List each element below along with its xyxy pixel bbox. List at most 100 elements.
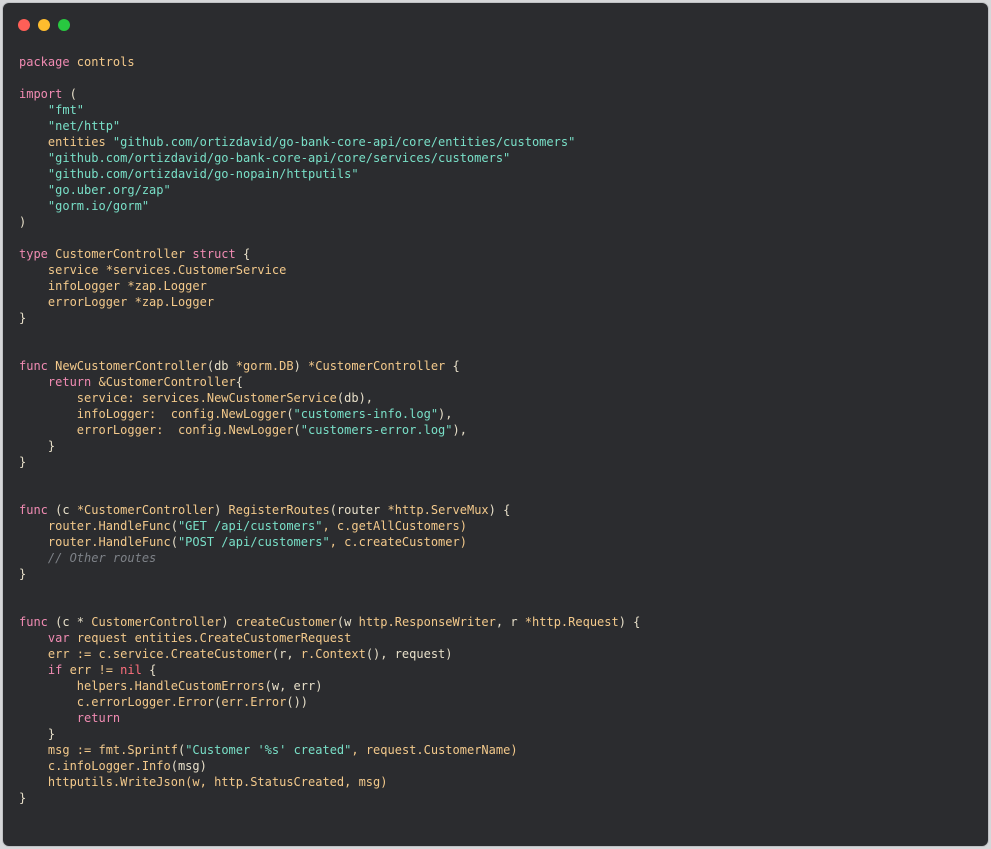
code-line: c.infoLogger.Info(msg) (19, 758, 978, 774)
code-token: { (141, 663, 157, 677)
code-token: } (19, 439, 56, 453)
code-token: } (19, 567, 27, 581)
code-token: NewCustomerController (47, 359, 207, 373)
code-token: "customers-info.log" (293, 407, 439, 421)
code-token: if (47, 663, 63, 677)
code-token: , request.CustomerName) (351, 743, 518, 757)
code-line: if err != nil { (19, 662, 978, 678)
code-token: "gorm.io/gorm" (47, 199, 150, 213)
code-token: struct (192, 247, 236, 261)
code-token: func (19, 359, 48, 373)
code-line: infoLogger: config.NewLogger("customers-… (19, 406, 978, 422)
code-token: (router (329, 503, 388, 517)
code-token: service: (19, 391, 142, 405)
code-token: ), (452, 423, 467, 437)
code-token: import (19, 87, 63, 101)
code-line: func (c * CustomerController) createCust… (19, 614, 978, 630)
code-token: (msg) (170, 759, 207, 773)
code-token: c.errorLogger.Error (19, 695, 215, 709)
code-token: config.NewLogger (177, 423, 294, 437)
code-token: (), request) (365, 647, 453, 661)
code-line: import ( (19, 86, 978, 102)
code-token: var (47, 631, 70, 645)
code-token: , c.createCustomer) (329, 535, 467, 549)
code-token: c.infoLogger.Info (19, 759, 171, 773)
code-token: ( (293, 423, 301, 437)
zoom-button[interactable] (58, 19, 70, 31)
code-token: r.Context (300, 647, 366, 661)
code-line: c.errorLogger.Error(err.Error()) (19, 694, 978, 710)
code-token: nil (120, 663, 142, 677)
code-token: router.HandleFunc (19, 535, 171, 549)
code-token: router.HandleFunc (19, 519, 171, 533)
code-token: "go.uber.org/zap" (47, 183, 171, 197)
code-line: "go.uber.org/zap" (19, 182, 978, 198)
code-token: func (19, 503, 48, 517)
minimize-button[interactable] (38, 19, 50, 31)
code-line: service *services.CustomerService (19, 262, 978, 278)
code-token: (w (336, 615, 359, 629)
code-token: *http.Request (524, 615, 619, 629)
code-token: *zap.Logger (127, 279, 207, 293)
code-token: *zap.Logger (134, 295, 215, 309)
code-line: infoLogger *zap.Logger (19, 278, 978, 294)
code-token: ) (214, 503, 229, 517)
code-token: c.service.CreateCustomer (98, 647, 272, 661)
code-token: // Other routes (19, 551, 157, 565)
code-token: (r, (271, 647, 301, 661)
code-token: createCustomer (235, 615, 337, 629)
code-token: "github.com/ortizdavid/go-bank-core-api/… (112, 135, 576, 149)
code-token: *CustomerController (76, 503, 215, 517)
code-token: "GET /api/customers" (177, 519, 323, 533)
code-line: package controls (19, 54, 978, 70)
code-token: "customers-error.log" (300, 423, 453, 437)
code-line: } (19, 790, 978, 806)
close-button[interactable] (18, 19, 30, 31)
code-token: { (235, 375, 243, 389)
code-token: ) (221, 615, 236, 629)
code-line: router.HandleFunc("POST /api/customers",… (19, 534, 978, 550)
code-line: errorLogger: config.NewLogger("customers… (19, 422, 978, 438)
code-line: "github.com/ortizdavid/go-bank-core-api/… (19, 150, 978, 166)
code-token: ( (170, 535, 178, 549)
code-token: request (69, 631, 135, 645)
code-token: ( (286, 407, 294, 421)
code-token: err.Error (221, 695, 287, 709)
code-line: helpers.HandleCustomErrors(w, err) (19, 678, 978, 694)
code-token: msg := (19, 743, 99, 757)
code-token: ) (19, 215, 27, 229)
code-line: router.HandleFunc("GET /api/customers", … (19, 518, 978, 534)
code-token: "POST /api/customers" (177, 535, 330, 549)
code-token: ( (62, 87, 77, 101)
code-token: } (19, 791, 27, 805)
code-token: "Customer '%s' created" (185, 743, 352, 757)
code-line: return (19, 710, 978, 726)
code-token: (w, http.StatusCreated, msg) (185, 775, 388, 789)
code-token: &CustomerController (91, 375, 236, 389)
code-token: infoLogger: (19, 407, 171, 421)
code-token: "github.com/ortizdavid/go-nopain/httputi… (47, 167, 359, 181)
code-token: infoLogger (19, 279, 128, 293)
code-token: errorLogger (19, 295, 135, 309)
code-token: return (47, 375, 92, 389)
code-line: } (19, 454, 978, 470)
code-token: package (19, 55, 70, 69)
window-titlebar (3, 3, 988, 45)
code-token: , c.getAllCustomers) (322, 519, 467, 533)
code-line: service: services.NewCustomerService(db)… (19, 390, 978, 406)
code-token: *gorm.DB (235, 359, 294, 373)
